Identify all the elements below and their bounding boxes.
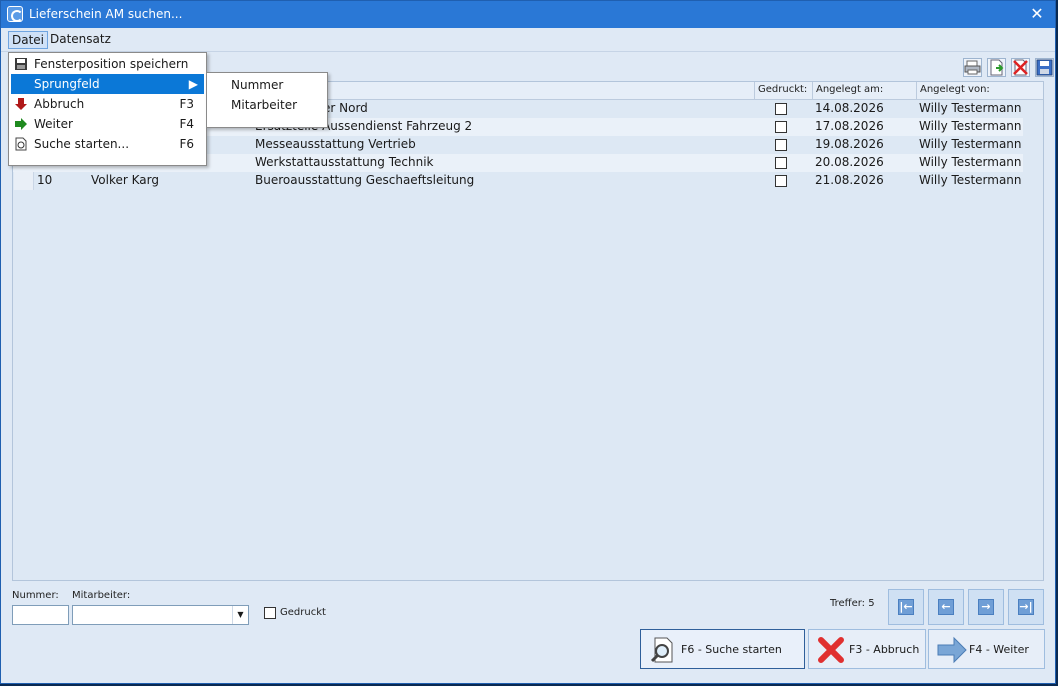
last-record-icon: →| (1018, 599, 1034, 615)
cell-gedruckt-checkbox[interactable] (775, 121, 787, 133)
mitarbeiter-label: Mitarbeiter: (72, 590, 131, 601)
cell-bezeichnung: er Nord (323, 101, 368, 115)
menu-item-label: Sprungfeld (34, 77, 100, 91)
row-selector[interactable] (14, 172, 34, 190)
menu-bar: Datei Datensatz (1, 28, 1055, 52)
gedruckt-checkbox[interactable] (264, 607, 276, 619)
treffer-count: Treffer: 5 (830, 598, 875, 609)
printer-icon[interactable] (963, 58, 982, 77)
red-arrow-down-icon (14, 97, 28, 111)
close-icon[interactable]: ✕ (1027, 4, 1047, 24)
menu-item-label: Weiter (34, 117, 73, 131)
menu-item-shortcut: F4 (179, 117, 194, 131)
sprungfeld-submenu: Nummer Mitarbeiter (206, 72, 328, 128)
delete-icon[interactable] (1011, 58, 1030, 77)
search-document-icon (649, 636, 677, 664)
previous-record-button[interactable]: ← (928, 589, 964, 625)
cell-gedruckt-checkbox[interactable] (775, 157, 787, 169)
search-button[interactable]: F6 - Suche starten (640, 629, 805, 669)
cell-angelegt-von: Willy Testermann (919, 173, 1022, 187)
first-record-icon: |← (898, 599, 914, 615)
menu-datei[interactable]: Datei (8, 31, 49, 49)
col-angelegt-am[interactable]: Angelegt am: (812, 82, 916, 100)
submenu-item-label: Nummer (231, 78, 284, 92)
col-gedruckt[interactable]: Gedruckt: (754, 82, 814, 100)
submenu-item-nummer[interactable]: Nummer (209, 75, 325, 95)
cancel-icon (817, 636, 845, 664)
cell-bezeichnung: Bueroausstattung Geschaeftsleitung (255, 173, 475, 187)
green-arrow-right-icon (14, 117, 28, 131)
menu-item-label: Suche starten... (34, 137, 130, 151)
window-title: Lieferschein AM suchen... (29, 7, 183, 21)
cell-angelegt-am: 20.08.2026 (815, 155, 884, 169)
chevron-down-icon[interactable]: ▼ (232, 606, 248, 624)
export-document-icon[interactable] (987, 58, 1006, 77)
cell-bezeichnung: Werkstattausstattung Technik (255, 155, 434, 169)
next-button[interactable]: F4 - Weiter (928, 629, 1045, 669)
next-record-button[interactable]: → (968, 589, 1004, 625)
menu-item-suche-starten[interactable]: Suche starten... F6 (11, 134, 204, 154)
arrow-right-icon (937, 636, 967, 664)
menu-item-weiter[interactable]: Weiter F4 (11, 114, 204, 134)
cell-angelegt-von: Willy Testermann (919, 101, 1022, 115)
cancel-button[interactable]: F3 - Abbruch (808, 629, 926, 669)
search-document-icon (14, 137, 28, 151)
submenu-arrow-icon: ▶ (188, 77, 198, 91)
search-window: Lieferschein AM suchen... ✕ Datei Datens… (0, 0, 1056, 684)
title-bar[interactable]: Lieferschein AM suchen... ✕ (1, 1, 1055, 28)
search-button-label: F6 - Suche starten (681, 643, 782, 656)
menu-item-label: Fensterposition speichern (34, 57, 189, 71)
menu-item-abbruch[interactable]: Abbruch F3 (11, 94, 204, 114)
app-icon (7, 6, 23, 22)
last-record-button[interactable]: →| (1008, 589, 1044, 625)
menu-item-shortcut: F3 (179, 97, 194, 111)
first-record-button[interactable]: |← (888, 589, 924, 625)
arrow-left-icon: ← (938, 599, 954, 615)
cell-mitarbeiter: Volker Karg (91, 173, 159, 187)
cancel-button-label: F3 - Abbruch (849, 643, 920, 656)
cell-gedruckt-checkbox[interactable] (775, 103, 787, 115)
cell-angelegt-von: Willy Testermann (919, 155, 1022, 169)
submenu-item-mitarbeiter[interactable]: Mitarbeiter (209, 95, 325, 115)
table-row[interactable]: 10 Volker Karg Bueroausstattung Geschaef… (13, 172, 1023, 190)
save-icon[interactable] (1035, 58, 1054, 77)
cell-angelegt-am: 17.08.2026 (815, 119, 884, 133)
cell-bezeichnung: Messeausstattung Vertrieb (255, 137, 416, 151)
cell-angelegt-am: 19.08.2026 (815, 137, 884, 151)
menu-item-sprungfeld[interactable]: Sprungfeld ▶ (11, 74, 204, 94)
toolbar (963, 58, 1054, 78)
nummer-input[interactable] (12, 605, 69, 625)
save-icon (14, 57, 28, 71)
mitarbeiter-select[interactable]: ▼ (72, 605, 249, 625)
nummer-label: Nummer: (12, 590, 59, 601)
gedruckt-label: Gedruckt (280, 607, 326, 618)
menu-item-fensterposition[interactable]: Fensterposition speichern (11, 54, 204, 74)
cell-nummer: 10 (37, 173, 53, 187)
submenu-item-label: Mitarbeiter (231, 98, 298, 112)
cell-gedruckt-checkbox[interactable] (775, 175, 787, 187)
next-button-label: F4 - Weiter (969, 643, 1029, 656)
datei-dropdown-menu: Fensterposition speichern Sprungfeld ▶ A… (8, 52, 207, 166)
menu-item-shortcut: F6 (179, 137, 194, 151)
cell-angelegt-von: Willy Testermann (919, 119, 1022, 133)
col-angelegt-von[interactable]: Angelegt von: (916, 82, 1024, 100)
menu-item-label: Abbruch (34, 97, 85, 111)
cell-gedruckt-checkbox[interactable] (775, 139, 787, 151)
menu-datensatz[interactable]: Datensatz (47, 31, 114, 49)
cell-angelegt-am: 14.08.2026 (815, 101, 884, 115)
arrow-right-icon: → (978, 599, 994, 615)
cell-angelegt-am: 21.08.2026 (815, 173, 884, 187)
cell-angelegt-von: Willy Testermann (919, 137, 1022, 151)
